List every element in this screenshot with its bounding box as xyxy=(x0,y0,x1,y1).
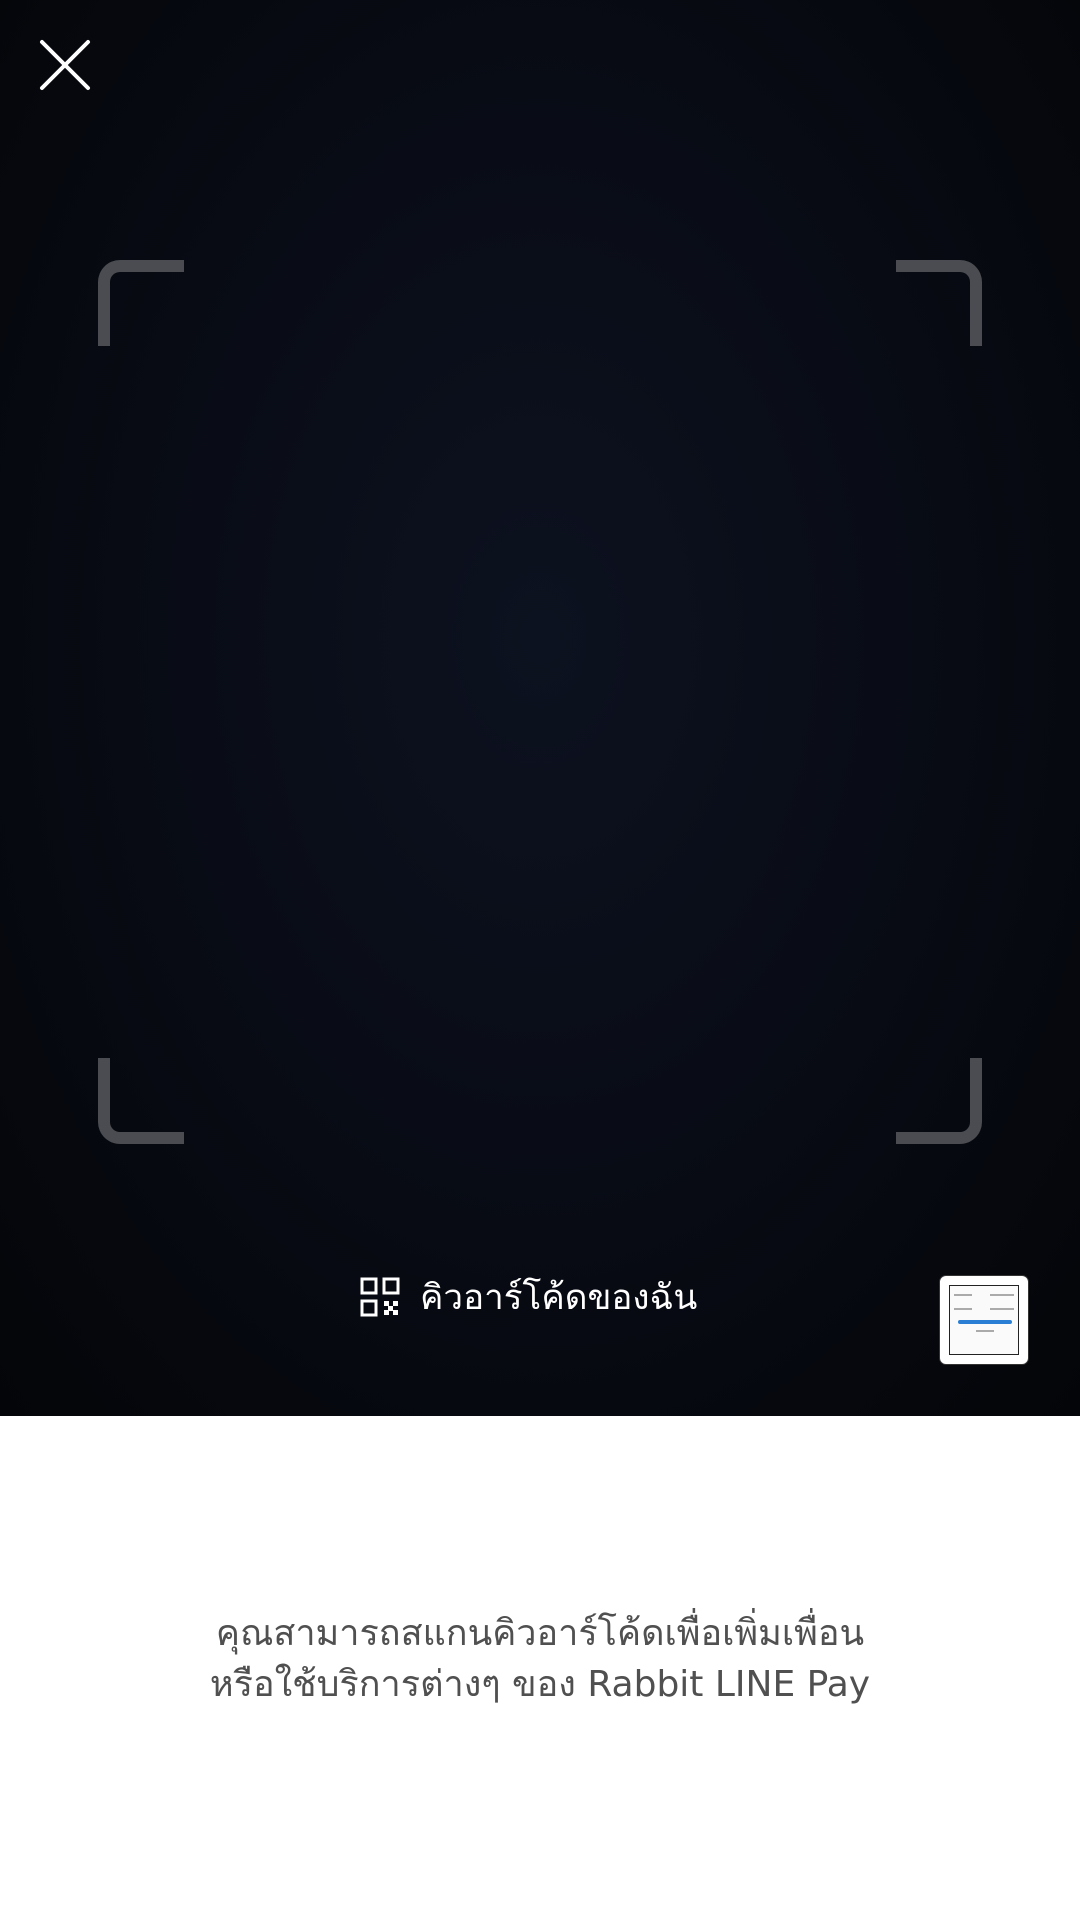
my-qr-code-button[interactable]: คิวอาร์โค้ดของฉัน xyxy=(360,1262,697,1332)
close-icon xyxy=(40,40,90,90)
scan-frame-corner-bottom-right xyxy=(896,1058,982,1144)
qr-scanner-screen: คิวอาร์โค้ดของฉัน คุณสามารถสแกนคิวอาร์โค… xyxy=(0,0,1080,1920)
close-button[interactable] xyxy=(28,28,98,98)
info-panel: คุณสามารถสแกนคิวอาร์โค้ดเพื่อเพิ่มเพื่อน… xyxy=(0,1416,1080,1920)
scan-frame xyxy=(98,260,982,1144)
image-thumbnail xyxy=(949,1285,1019,1355)
camera-viewfinder: คิวอาร์โค้ดของฉัน xyxy=(0,0,1080,1416)
scan-frame-corner-top-right xyxy=(896,260,982,346)
scan-instructions-line-2: หรือใช้บริการต่างๆ ของ Rabbit LINE Pay xyxy=(209,1664,871,1705)
scan-instructions: คุณสามารถสแกนคิวอาร์โค้ดเพื่อเพิ่มเพื่อน… xyxy=(0,1608,1080,1710)
qr-code-icon xyxy=(360,1277,400,1317)
scan-instructions-line-1: คุณสามารถสแกนคิวอาร์โค้ดเพื่อเพิ่มเพื่อน xyxy=(215,1613,865,1654)
my-qr-code-label: คิวอาร์โค้ดของฉัน xyxy=(420,1277,698,1318)
scan-frame-corner-bottom-left xyxy=(98,1058,184,1144)
gallery-button[interactable] xyxy=(940,1276,1028,1364)
scan-frame-corner-top-left xyxy=(98,260,184,346)
